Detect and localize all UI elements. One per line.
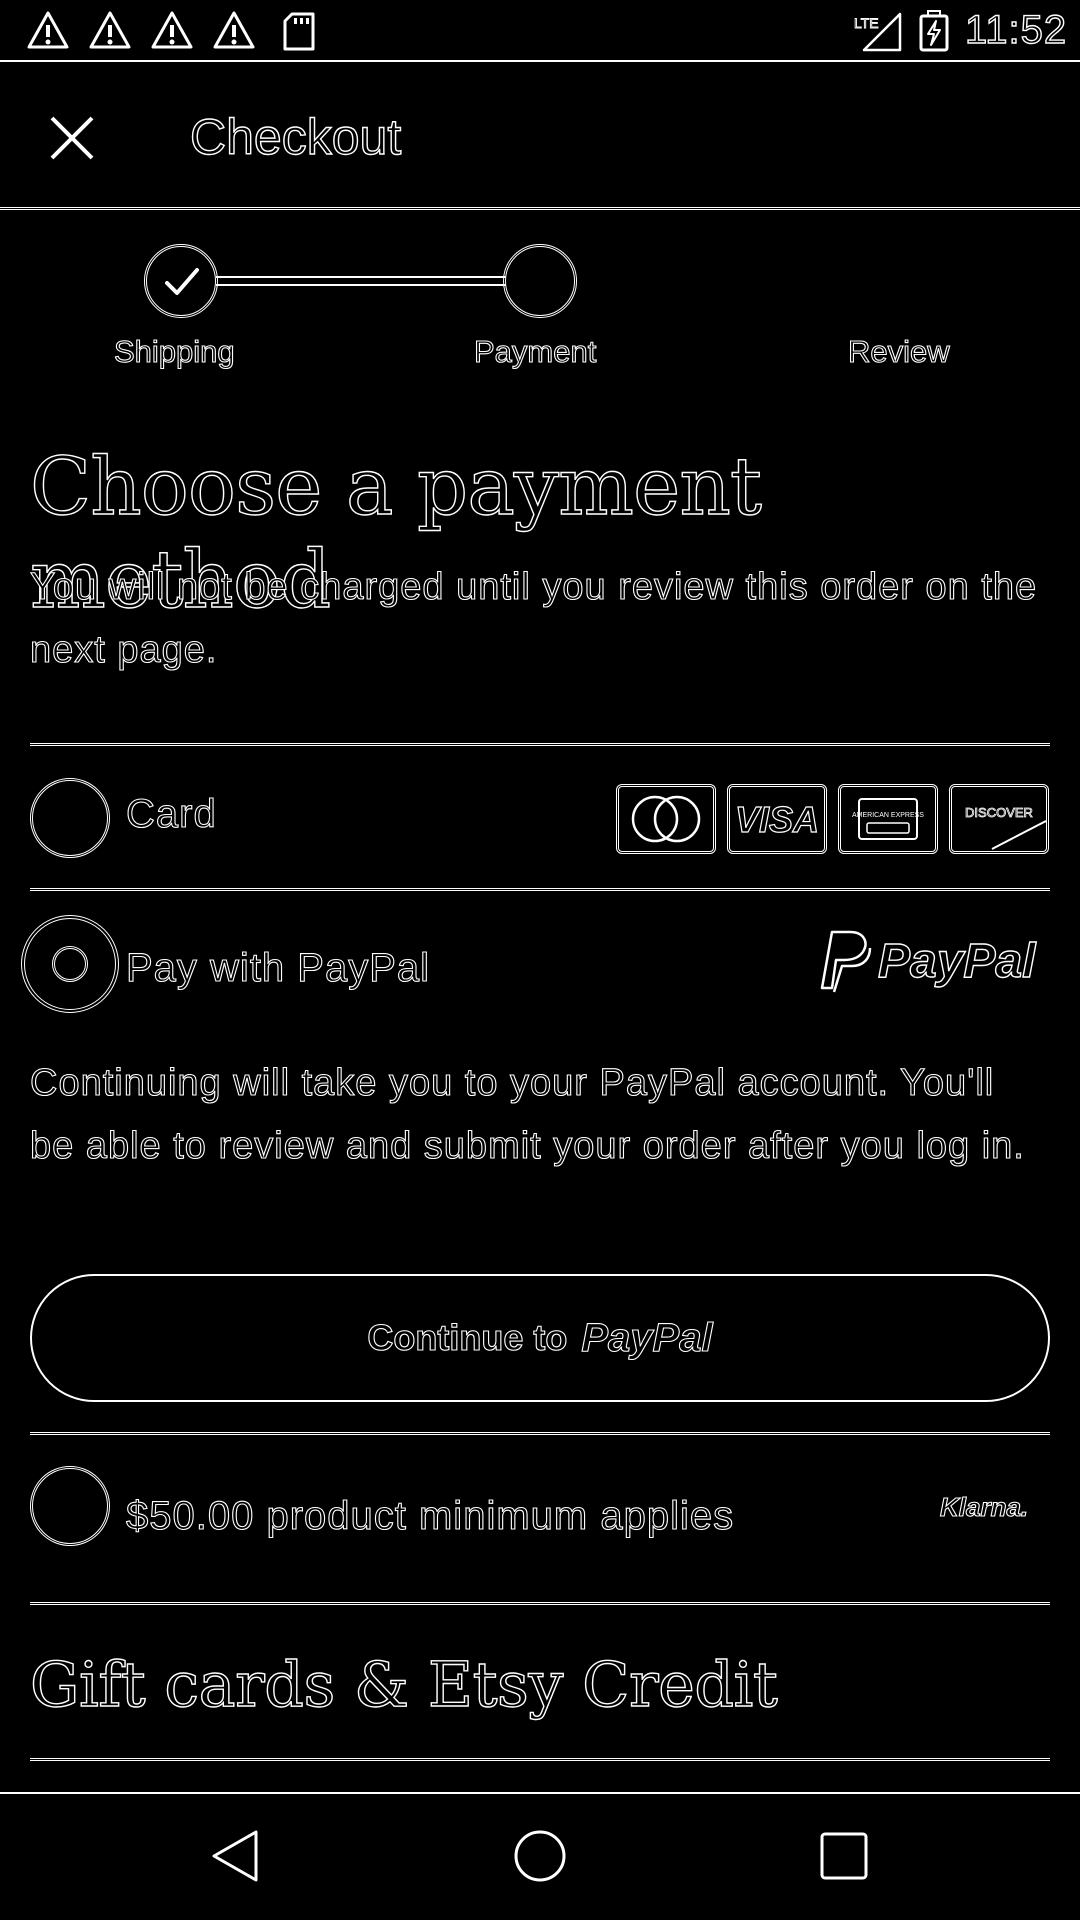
page-title: Checkout [189,108,402,165]
step-connector [216,276,506,286]
payment-subtext: You will not be charged until you review… [29,565,1038,671]
status-bar: LTE 11:52 [0,0,1080,62]
paypal-wordmark: PayPal [877,934,1036,988]
warning-icon [151,11,193,49]
visa-logo: VISA [727,784,827,854]
paypal-description: Continuing will take you to your PayPal … [29,1061,1025,1167]
lte-signal-icon: LTE [854,12,902,52]
klarna-option-label[interactable]: $50.00 product minimum applies [125,1493,734,1539]
klarna-logo: Klarna. [939,1491,1029,1522]
battery-charging-icon [919,10,949,52]
back-icon[interactable] [204,1824,268,1888]
toolbar: Checkout [0,62,1080,210]
discover-logo: DISCOVER [949,784,1049,854]
card-option-label[interactable]: Card [125,791,217,837]
divider [30,888,1050,891]
svg-text:LTE: LTE [854,15,879,31]
navigation-bar [0,1792,1080,1920]
divider [30,743,1050,746]
checkout-stepper: Shipping Payment Review [0,244,1080,374]
step-shipping-complete [144,244,218,318]
home-icon[interactable] [508,1824,572,1888]
mastercard-logo [616,784,716,854]
continue-to-paypal-button[interactable]: Continue to PayPal [30,1274,1050,1402]
warning-icon [27,11,69,49]
clock: 11:52 [964,7,1068,52]
divider [30,1432,1050,1435]
continue-button-label: Continue to [367,1316,568,1358]
close-icon[interactable] [44,110,100,166]
svg-text:AMERICAN EXPRESS: AMERICAN EXPRESS [852,812,924,819]
klarna-radio[interactable] [30,1466,110,1546]
step-label-payment: Payment [473,333,597,369]
divider [30,1758,1050,1761]
gift-cards-heading[interactable]: Gift cards & Etsy Credit [29,1647,778,1721]
recents-icon[interactable] [812,1824,876,1888]
step-payment-current [503,244,577,318]
svg-text:DISCOVER: DISCOVER [965,805,1033,820]
sd-card-icon [283,12,315,51]
step-label-review: Review [847,333,950,369]
warning-icon [89,11,131,49]
paypal-option-label[interactable]: Pay with PayPal [125,945,430,991]
continue-button-brand: PayPal [581,1315,713,1360]
paypal-logo: PayPal [812,928,1052,994]
paypal-radio[interactable] [21,915,119,1013]
check-icon [165,268,199,295]
card-radio[interactable] [30,778,110,858]
divider [30,1602,1050,1605]
warning-icon [213,11,255,49]
step-label-shipping: Shipping [113,333,235,369]
amex-logo: AMERICAN EXPRESS [838,784,938,854]
svg-text:VISA: VISA [735,799,819,840]
